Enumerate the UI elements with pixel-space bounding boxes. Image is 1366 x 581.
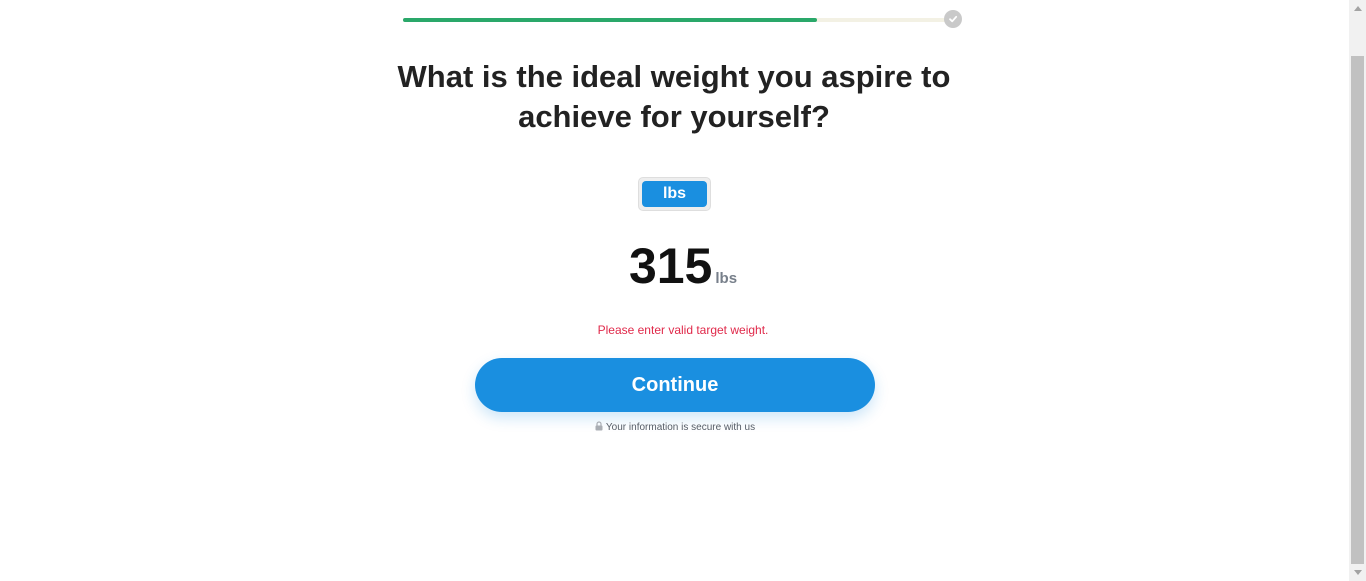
- onboarding-page: What is the ideal weight you aspire to a…: [0, 0, 1366, 581]
- error-message: Please enter valid target weight.: [597, 323, 769, 337]
- secure-note-text: Your information is secure with us: [605, 422, 756, 433]
- scrollbar-thumb[interactable]: [1351, 56, 1364, 564]
- continue-button[interactable]: Continue: [475, 358, 875, 412]
- scroll-up-arrow-icon[interactable]: [1349, 0, 1366, 17]
- unit-option-lbs[interactable]: lbs: [642, 181, 707, 207]
- question-title: What is the ideal weight you aspire to a…: [397, 59, 951, 134]
- secure-note: Your information is secure with us: [475, 421, 875, 434]
- check-circle-icon: [944, 10, 962, 28]
- weight-unit-label: lbs: [715, 270, 738, 287]
- weight-value-input[interactable]: 315: [629, 238, 712, 294]
- progress-bar: [403, 18, 948, 22]
- progress-bar-fill: [403, 18, 818, 22]
- lock-icon: [595, 421, 603, 434]
- scroll-down-arrow-icon[interactable]: [1349, 564, 1366, 581]
- unit-toggle: lbs: [638, 177, 711, 211]
- weight-display: 315 lbs: [520, 236, 846, 296]
- vertical-scrollbar[interactable]: [1349, 0, 1366, 581]
